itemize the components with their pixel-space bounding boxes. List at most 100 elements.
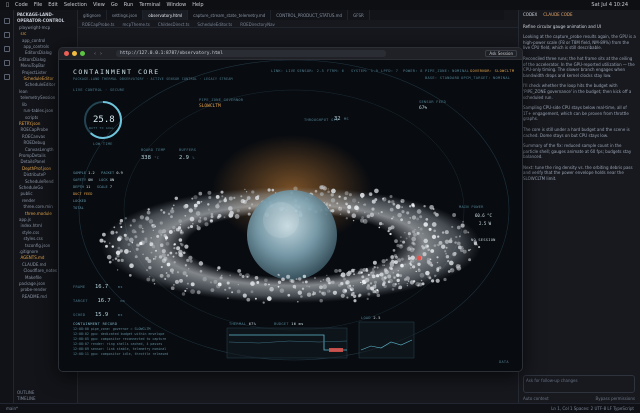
page-subtitle: PACKAGE-LAND THERMAL OBSERVATORY · ACTIV…: [73, 77, 233, 81]
debris-particle: [407, 255, 410, 258]
debris-particle: [149, 241, 151, 243]
debris-particle: [176, 246, 181, 251]
debris-particle: [109, 242, 111, 244]
files-icon[interactable]: [3, 18, 10, 24]
debris-particle: [136, 243, 140, 247]
debris-particle: [380, 210, 383, 214]
minimize-icon[interactable]: [72, 51, 77, 56]
debris-particle: [390, 255, 395, 260]
tab-claude-code[interactable]: CLAUDE CODE: [543, 12, 572, 18]
alert-marker[interactable]: [416, 255, 422, 261]
menu-run[interactable]: Run: [124, 2, 134, 8]
menu-go[interactable]: Go: [111, 2, 118, 8]
url-bar[interactable]: http://127.0.0.1:8787/observatory.html: [116, 50, 386, 57]
left-row-key: SAMPLE: [73, 171, 86, 175]
tab-codex[interactable]: CODEX: [523, 12, 537, 18]
menu-code[interactable]: Code: [15, 2, 28, 8]
debris-particle: [382, 264, 384, 267]
tab-mcptheme[interactable]: mcpTheme.ts: [119, 20, 154, 27]
debris-particle: [423, 205, 426, 208]
tab-control-status[interactable]: CONTROL_PRODUCT_STATUS.md: [271, 10, 349, 20]
debris-particle: [340, 293, 345, 298]
debris-particle: [182, 251, 186, 255]
observatory-stage[interactable]: CONTAINMENT CORE PACKAGE-LAND THERMAL OB…: [59, 60, 522, 371]
menu-file[interactable]: File: [34, 2, 42, 8]
debris-particle: [396, 278, 400, 283]
debris-particle: [139, 241, 143, 246]
debris-particle: [233, 196, 236, 199]
pipe-zone-label: PIPE_ZONE GOVERNOR: [199, 98, 244, 102]
debris-particle: [228, 206, 233, 211]
debris-particle: [339, 213, 342, 215]
permissions-toggle[interactable]: Bypass permissions: [596, 396, 635, 402]
debris-particle: [400, 198, 405, 204]
debris-particle: [330, 193, 334, 197]
session-button[interactable]: Ask Session: [485, 50, 517, 57]
tab-roecapprobe[interactable]: ROECapProbe.ts: [78, 20, 119, 27]
debris-particle: [435, 212, 439, 217]
debris-particle: [366, 297, 369, 301]
menu-edit[interactable]: Edit: [48, 2, 58, 8]
debris-particle: [441, 231, 445, 234]
debris-particle: [314, 189, 318, 193]
apple-icon[interactable]: : [6, 2, 9, 8]
menu-terminal[interactable]: Terminal: [139, 2, 160, 8]
debris-particle: [426, 245, 429, 248]
secondary-tabs: ROECapProbe.ts mcpTheme.ts ChildesDirect…: [78, 20, 518, 28]
debris-particle: [407, 232, 411, 236]
chat-input[interactable]: Ask for follow-up changes: [523, 375, 635, 393]
debris-particle: [327, 277, 330, 281]
tab-capture-telemetry[interactable]: capture_stream_state_telemetry.md: [188, 10, 272, 20]
left-row-value: 1.2: [88, 171, 95, 175]
context-toggle[interactable]: Auto context: [523, 396, 549, 402]
debris-particle: [338, 206, 340, 208]
debris-particle: [400, 240, 402, 242]
debris-particle: [331, 280, 335, 284]
back-icon[interactable]: ‹: [94, 51, 96, 57]
sensor-label: SENSOR FEED: [419, 100, 447, 104]
debris-particle: [448, 260, 454, 266]
maximize-icon[interactable]: [80, 51, 85, 56]
left-readouts: SAMPLE 1.2 PACKET 0.9 SAFETY ON LOCK ON …: [73, 170, 123, 212]
debris-particle: [264, 278, 268, 283]
debris-particle: [176, 271, 180, 274]
menu-selection[interactable]: Selection: [64, 2, 87, 8]
tab-gitignore[interactable]: gitignore: [78, 10, 107, 20]
tab-observatory[interactable]: observatory.html: [143, 10, 189, 20]
menu-window[interactable]: Window: [166, 2, 186, 8]
debris-particle: [179, 278, 183, 283]
extensions-icon[interactable]: [3, 74, 10, 80]
tab-childesdirect[interactable]: ChildesDirect.ts: [154, 20, 194, 27]
debris-particle: [117, 258, 121, 262]
debris-particle: [162, 211, 166, 214]
debris-particle: [164, 236, 169, 240]
frame-stat-unit: ms: [120, 299, 126, 303]
debris-particle: [271, 188, 275, 192]
menu-view[interactable]: View: [93, 2, 105, 8]
debris-particle: [429, 258, 432, 261]
close-icon[interactable]: [64, 51, 69, 56]
debris-particle: [120, 225, 123, 229]
forward-icon[interactable]: ›: [100, 51, 102, 57]
source-control-icon[interactable]: [3, 46, 10, 52]
debris-particle: [348, 284, 352, 287]
tab-settings[interactable]: settings.json: [107, 10, 144, 20]
search-icon[interactable]: [3, 32, 10, 38]
debris-particle: [217, 213, 222, 218]
branch-indicator[interactable]: main*: [6, 406, 18, 411]
readout-a: 338 °C: [141, 155, 159, 161]
tab-roedirectorynav[interactable]: ROEDirectoryNav: [236, 20, 279, 27]
debris-particle: [384, 276, 387, 280]
tab-gfsr[interactable]: GFSR: [348, 10, 370, 20]
tab-scheduleeditor[interactable]: ScheduleEditor.ts: [193, 20, 236, 27]
chat-title: Refine circular gauge animation and UI: [523, 23, 602, 29]
debris-particle: [376, 274, 380, 278]
debris-particle: [458, 235, 461, 238]
power-value: 2.5 W: [479, 221, 492, 226]
debris-particle: [437, 244, 440, 247]
run-icon[interactable]: [3, 60, 10, 66]
menu-help[interactable]: Help: [192, 2, 203, 8]
debris-particle: [111, 245, 115, 248]
debris-particle: [369, 212, 375, 217]
debris-particle: [320, 280, 322, 282]
